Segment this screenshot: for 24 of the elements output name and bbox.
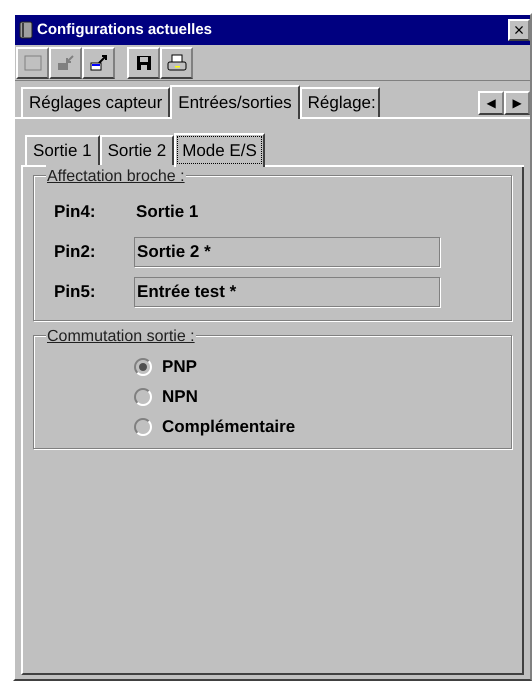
export-arrow-icon [90,54,108,72]
pin-label: Pin4: [54,201,97,224]
tab[interactable]: Entrées/sorties [170,85,300,119]
subtab[interactable]: Sortie 1 [25,135,100,165]
subtab[interactable]: Mode E/S [174,133,265,167]
blank-page-icon [24,54,42,70]
tab[interactable]: Réglages capteur [21,87,170,117]
import-arrow-icon [56,54,74,72]
scroll-right-button[interactable]: ▶ [504,91,530,115]
pin-field[interactable]: Entrée test * [134,277,440,307]
pin-value: Sortie 1 [135,201,198,224]
pin-label: Pin2: [54,241,97,264]
scroll-left-button[interactable]: ◀ [478,91,504,115]
pin-field[interactable]: Sortie 2 * [134,237,440,267]
window-title: Configurations actuelles [37,20,214,40]
tab[interactable]: Réglage: [300,87,380,117]
save-button[interactable] [127,46,160,78]
print-button[interactable] [160,46,193,78]
export-button[interactable] [82,46,115,78]
subtab[interactable]: Sortie 2 [100,135,174,165]
pin-label: Pin5: [54,281,97,304]
printer-icon [166,54,186,72]
close-button[interactable]: × [508,19,530,41]
book-icon [19,21,33,39]
